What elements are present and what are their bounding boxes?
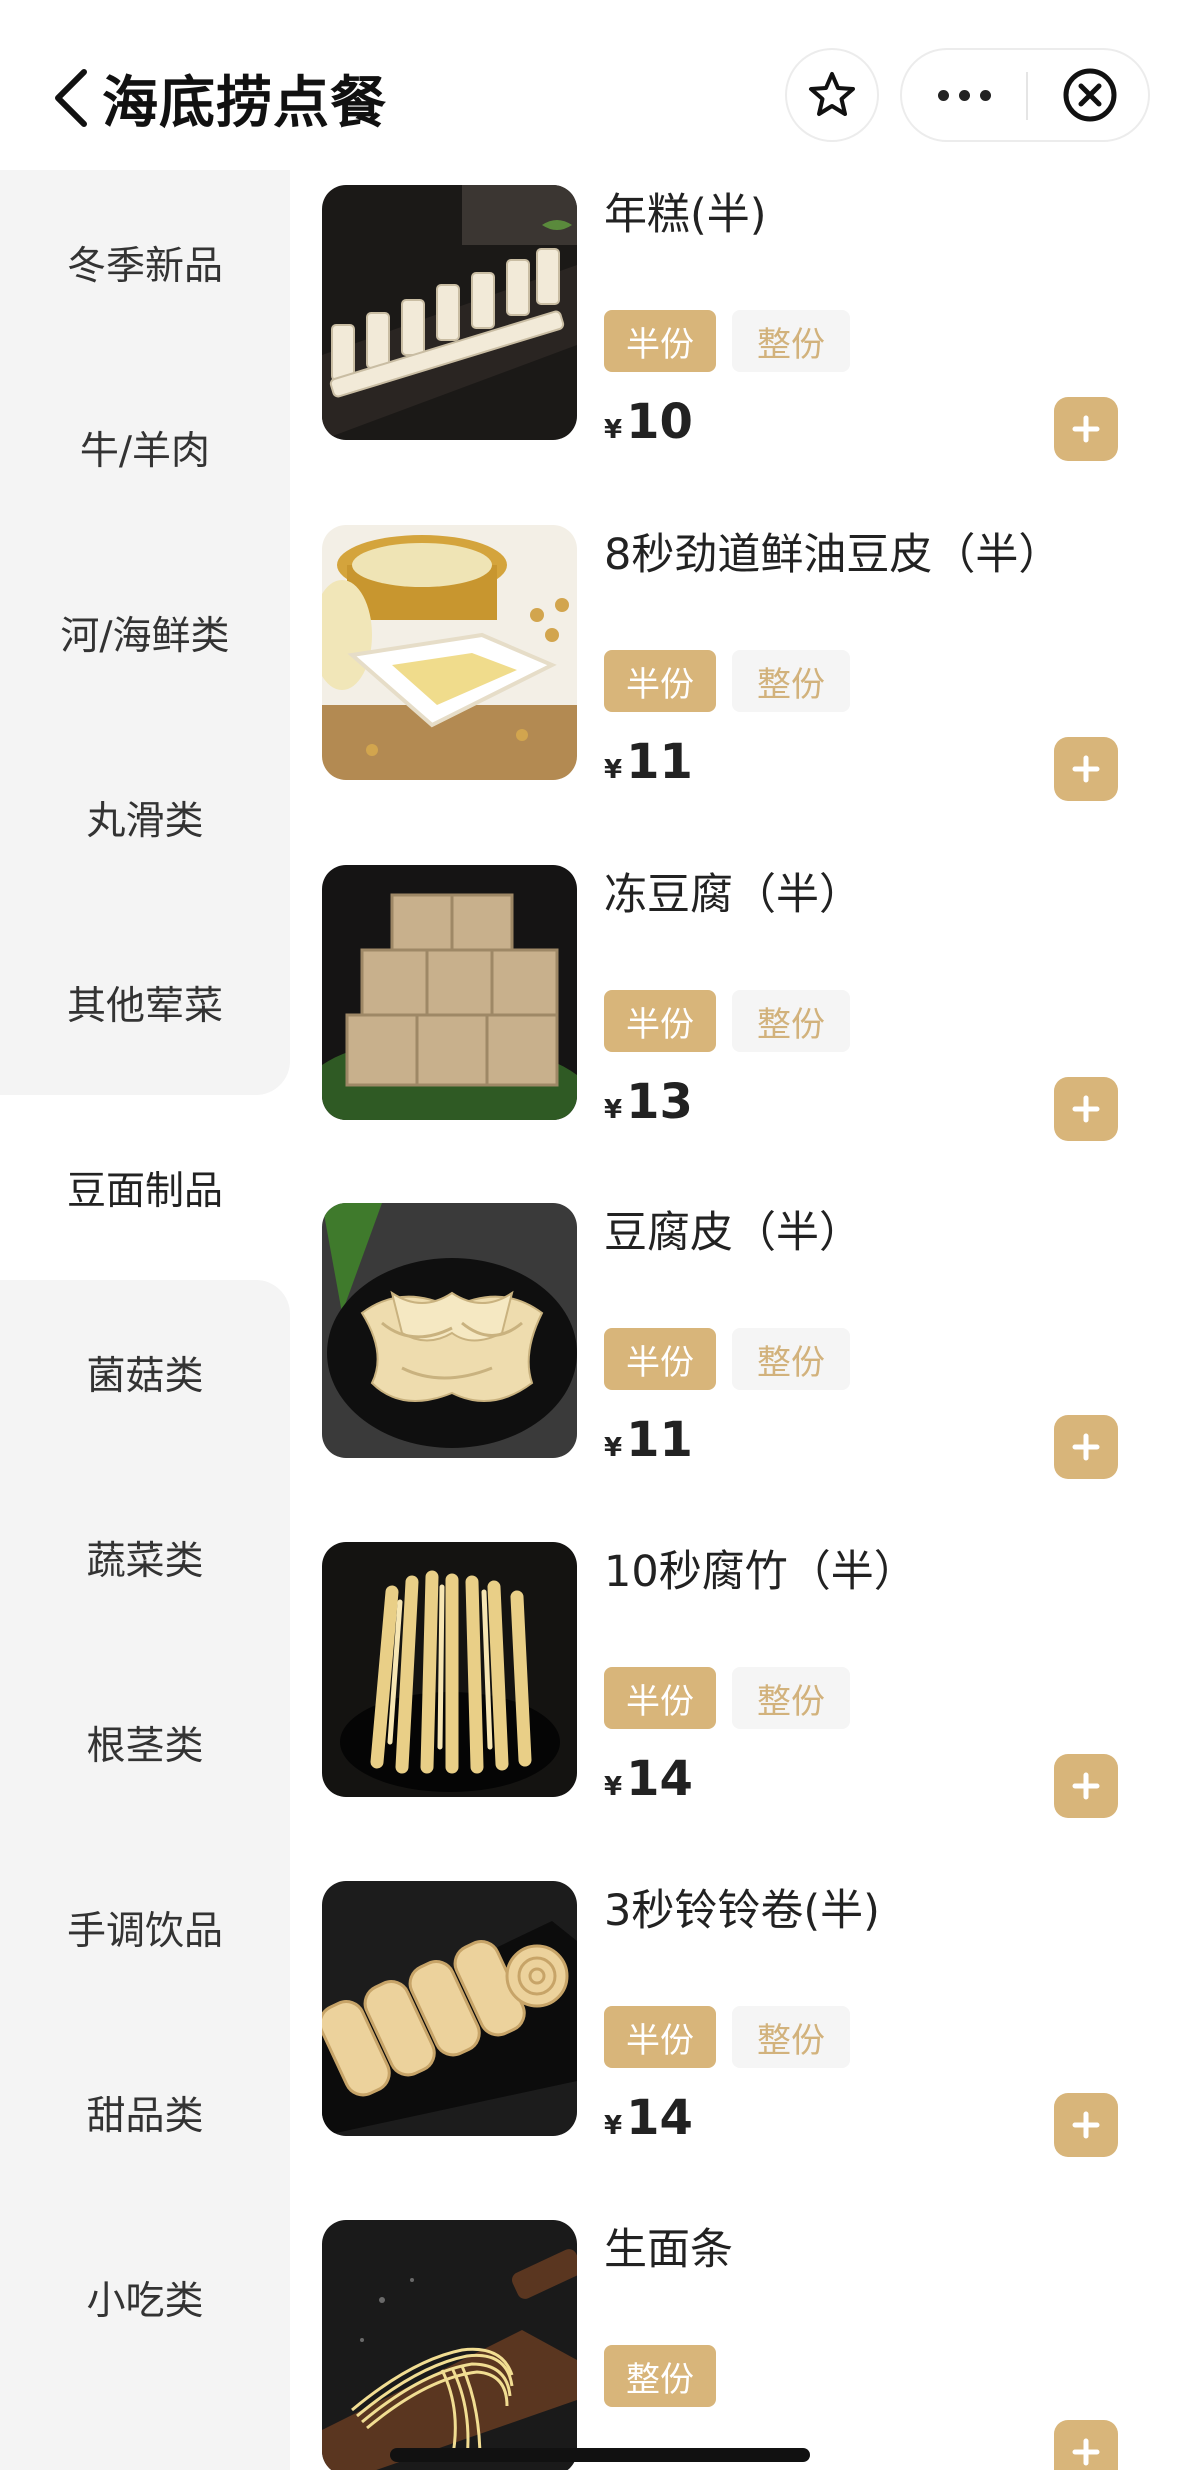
product-item: 生面条 整份 [322,2215,1182,2470]
sidebar-item-winter-new[interactable]: 冬季新品 [0,170,290,355]
currency-symbol: ¥ [604,1095,623,1125]
product-item: 豆腐皮（半） 半份 整份 ¥11 [322,1198,1182,1479]
plus-icon [1072,1433,1100,1461]
spec-half-button[interactable]: 半份 [604,2006,716,2068]
product-image[interactable] [322,865,577,1120]
spec-full-button[interactable]: 整份 [732,990,850,1052]
sidebar-item-desserts[interactable]: 甜品类 [0,2020,290,2205]
sidebar-item-tofu-noodles[interactable]: 豆面制品 [0,1095,290,1280]
nav-header: 海底捞点餐 [0,0,1200,170]
product-price: ¥14 [604,1751,693,1807]
page-title: 海底捞点餐 [102,71,387,136]
sidebar-item-beef-lamb[interactable]: 牛/羊肉 [0,355,290,540]
product-name: 年糕(半) [604,190,767,240]
product-image[interactable] [322,1542,577,1797]
home-indicator[interactable] [390,2448,810,2462]
add-to-cart-button[interactable] [1054,397,1118,461]
price-value: 13 [626,1074,693,1130]
sidebar-item-drinks[interactable]: 手调饮品 [0,1835,290,2020]
spec-full-button[interactable]: 整份 [604,2345,716,2407]
price-value: 10 [626,394,693,450]
add-to-cart-button[interactable] [1054,2093,1118,2157]
price-value: 11 [626,734,693,790]
product-name: 冻豆腐（半） [604,870,862,920]
product-price: ¥11 [604,1412,693,1468]
product-image[interactable] [322,1203,577,1458]
sidebar-item-mushrooms[interactable]: 菌菇类 [0,1280,290,1465]
product-image[interactable] [322,2220,577,2470]
spec-half-button[interactable]: 半份 [604,310,716,372]
star-icon [809,72,855,116]
mini-program-capsule [900,48,1150,142]
product-name: 8秒劲道鲜油豆皮（半） [604,530,1062,580]
product-item: 3秒铃铃卷(半) 半份 整份 ¥14 [322,1876,1182,2157]
plus-icon [1072,1095,1100,1123]
add-to-cart-button[interactable] [1054,737,1118,801]
currency-symbol: ¥ [604,755,623,785]
product-name: 豆腐皮（半） [604,1208,862,1258]
plus-icon [1072,415,1100,443]
sidebar-item-snacks[interactable]: 小吃类 [0,2205,290,2390]
add-to-cart-button[interactable] [1054,1754,1118,1818]
add-to-cart-button[interactable] [1054,1077,1118,1141]
sidebar-item-roots[interactable]: 根茎类 [0,1650,290,1835]
product-price: ¥13 [604,1074,693,1130]
product-item: 年糕(半) 半份 整份 ¥10 [322,180,1182,461]
product-name: 生面条 [604,2225,733,2275]
spec-full-button[interactable]: 整份 [732,310,850,372]
add-to-cart-button[interactable] [1054,1415,1118,1479]
spec-full-button[interactable]: 整份 [732,650,850,712]
product-price: ¥10 [604,394,693,450]
spec-half-button[interactable]: 半份 [604,990,716,1052]
chevron-left-icon[interactable] [48,68,98,128]
product-name: 10秒腐竹（半） [604,1547,917,1597]
sidebar-item-seafood[interactable]: 河/海鲜类 [0,540,290,725]
product-price: ¥11 [604,734,693,790]
product-image[interactable] [322,185,577,440]
sidebar-item-other-meat[interactable]: 其他荤菜 [0,910,290,1095]
product-item: 8秒劲道鲜油豆皮（半） 半份 整份 ¥11 [322,520,1182,801]
product-price: ¥14 [604,2090,693,2146]
sidebar-item-balls[interactable]: 丸滑类 [0,725,290,910]
spec-half-button[interactable]: 半份 [604,1667,716,1729]
price-value: 14 [626,2090,693,2146]
spec-full-button[interactable]: 整份 [732,1328,850,1390]
sidebar-item-vegetables[interactable]: 蔬菜类 [0,1465,290,1650]
price-value: 14 [626,1751,693,1807]
plus-icon [1072,755,1100,783]
product-name: 3秒铃铃卷(半) [604,1886,880,1936]
product-image[interactable] [322,525,577,780]
spec-full-button[interactable]: 整份 [732,2006,850,2068]
plus-icon [1072,2438,1100,2466]
currency-symbol: ¥ [604,1433,623,1463]
spec-half-button[interactable]: 半份 [604,650,716,712]
spec-full-button[interactable]: 整份 [732,1667,850,1729]
add-to-cart-button[interactable] [1054,2420,1118,2470]
product-image[interactable] [322,1881,577,2136]
spec-half-button[interactable]: 半份 [604,1328,716,1390]
currency-symbol: ¥ [604,415,623,445]
plus-icon [1072,2111,1100,2139]
category-sidebar: 冬季新品 牛/羊肉 河/海鲜类 丸滑类 其他荤菜 豆面制品 菌菇类 蔬菜类 根茎… [0,170,290,2470]
product-item: 10秒腐竹（半） 半份 整份 ¥14 [322,1537,1182,1818]
close-circle-icon[interactable] [1028,50,1152,140]
more-icon[interactable] [902,50,1026,140]
favorite-button[interactable] [785,48,879,142]
currency-symbol: ¥ [604,2111,623,2141]
product-item: 冻豆腐（半） 半份 整份 ¥13 [322,860,1182,1141]
currency-symbol: ¥ [604,1772,623,1802]
plus-icon [1072,1772,1100,1800]
price-value: 11 [626,1412,693,1468]
